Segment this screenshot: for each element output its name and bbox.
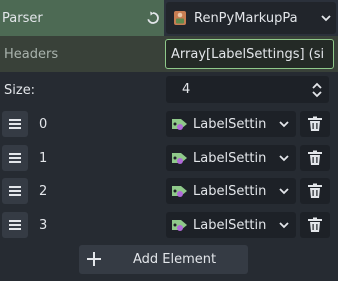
parser-property-row: Parser RenPyMarkupPa bbox=[0, 0, 338, 36]
trash-icon bbox=[308, 116, 322, 131]
size-value: 4 bbox=[182, 82, 191, 97]
chevron-down-icon[interactable] bbox=[278, 218, 290, 232]
array-item: 3 LabelSettin bbox=[0, 210, 338, 240]
chevron-down-icon[interactable] bbox=[278, 117, 290, 131]
delete-element-button[interactable] bbox=[300, 111, 330, 137]
trash-icon bbox=[308, 217, 322, 232]
label-settings-value: LabelSettin bbox=[193, 217, 267, 233]
label-settings-value: LabelSettin bbox=[193, 116, 267, 132]
revert-button[interactable] bbox=[142, 0, 164, 36]
item-index: 0 bbox=[39, 116, 48, 132]
drag-handle-icon bbox=[9, 153, 21, 163]
label-settings-picker[interactable]: LabelSettin bbox=[166, 212, 296, 238]
array-item: 0 LabelSettin bbox=[0, 109, 338, 139]
drag-handle[interactable] bbox=[2, 145, 28, 171]
item-index: 1 bbox=[39, 150, 48, 166]
label-settings-icon bbox=[172, 220, 187, 231]
headers-property-row: Headers Array[LabelSettings] (si bbox=[0, 36, 338, 72]
drag-handle[interactable] bbox=[2, 212, 28, 238]
drag-handle-icon bbox=[9, 119, 21, 129]
script-icon bbox=[174, 11, 186, 25]
label-settings-picker[interactable]: LabelSettin bbox=[166, 111, 296, 137]
parser-label: Parser bbox=[0, 0, 142, 36]
drag-handle[interactable] bbox=[2, 178, 28, 204]
delete-element-button[interactable] bbox=[300, 212, 330, 238]
array-item: 1 LabelSettin bbox=[0, 143, 338, 173]
item-index: 3 bbox=[39, 217, 48, 233]
label-settings-icon bbox=[172, 153, 187, 164]
revert-icon bbox=[147, 11, 159, 24]
size-spinbox[interactable]: 4 bbox=[166, 76, 329, 103]
add-element-button[interactable]: Add Element bbox=[79, 245, 248, 274]
array-item: 2 LabelSettin bbox=[0, 176, 338, 206]
label-settings-icon bbox=[172, 119, 187, 130]
drag-handle[interactable] bbox=[2, 111, 28, 137]
delete-element-button[interactable] bbox=[300, 145, 330, 171]
label-settings-picker[interactable]: LabelSettin bbox=[166, 145, 296, 171]
size-label: Size: bbox=[4, 82, 36, 98]
spin-arrows-icon[interactable] bbox=[311, 82, 323, 98]
item-index: 2 bbox=[39, 183, 48, 199]
chevron-down-icon[interactable] bbox=[278, 151, 290, 165]
chevron-down-icon[interactable] bbox=[278, 184, 290, 198]
trash-icon bbox=[308, 150, 322, 165]
drag-handle-icon bbox=[9, 186, 21, 196]
drag-handle-icon bbox=[9, 220, 21, 230]
label-settings-picker[interactable]: LabelSettin bbox=[166, 178, 296, 204]
headers-array-field[interactable]: Array[LabelSettings] (si bbox=[165, 39, 334, 69]
headers-label: Headers bbox=[4, 46, 59, 62]
trash-icon bbox=[308, 183, 322, 198]
parser-value: RenPyMarkupPa bbox=[194, 10, 298, 26]
chevron-down-icon[interactable] bbox=[320, 10, 332, 26]
label-settings-value: LabelSettin bbox=[193, 183, 267, 199]
label-settings-value: LabelSettin bbox=[193, 150, 267, 166]
add-element-label: Add Element bbox=[133, 252, 217, 267]
delete-element-button[interactable] bbox=[300, 178, 330, 204]
plus-icon bbox=[87, 252, 101, 266]
parser-resource-picker[interactable]: RenPyMarkupPa bbox=[166, 2, 336, 34]
label-settings-icon bbox=[172, 186, 187, 197]
